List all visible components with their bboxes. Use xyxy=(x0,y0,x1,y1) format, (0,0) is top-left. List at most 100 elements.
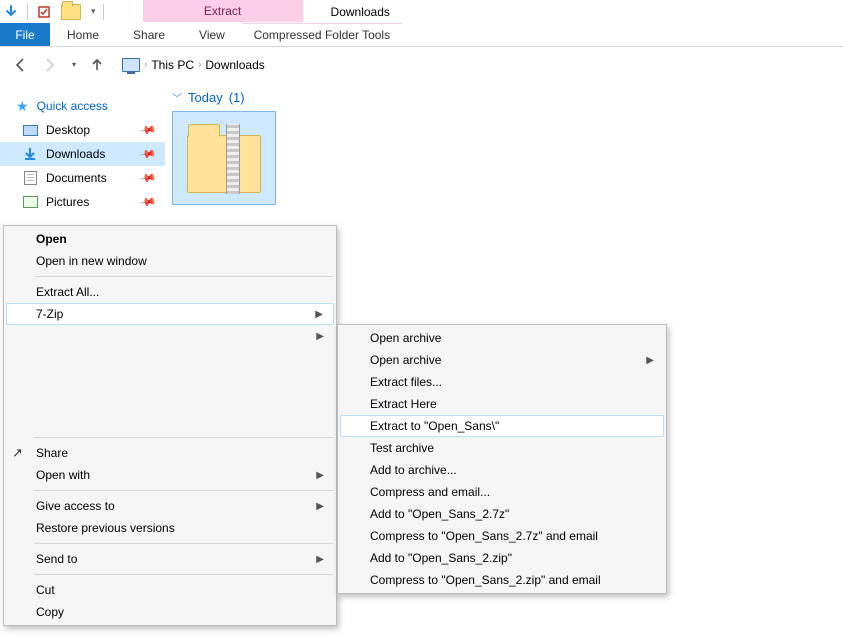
recent-locations-button[interactable]: ▾ xyxy=(66,54,80,76)
menu-open-new-window[interactable]: Open in new window xyxy=(6,250,334,272)
menu-label: Restore previous versions xyxy=(36,521,175,535)
menu-label: Test archive xyxy=(370,441,434,455)
menu-label: Add to archive... xyxy=(370,463,457,477)
menu-open-archive-sub[interactable]: Open archive ▶ xyxy=(340,349,664,371)
up-button[interactable] xyxy=(86,54,108,76)
menu-copy[interactable]: Copy xyxy=(6,601,334,623)
submenu-arrow-icon: ▶ xyxy=(646,355,654,366)
menu-add-to-7z[interactable]: Add to "Open_Sans_2.7z" xyxy=(340,503,664,525)
menu-label: Open archive xyxy=(370,331,441,345)
menu-open-archive[interactable]: Open archive xyxy=(340,327,664,349)
sidebar-item-documents[interactable]: Documents 📌 xyxy=(0,166,165,190)
window-title: Downloads xyxy=(331,1,390,23)
folder-icon xyxy=(61,4,81,20)
menu-extract-to-folder[interactable]: Extract to "Open_Sans\" xyxy=(340,415,664,437)
submenu-arrow-icon: ▶ xyxy=(316,501,324,512)
submenu-arrow-icon: ▶ xyxy=(316,470,324,481)
menu-restore-previous-versions[interactable]: Restore previous versions xyxy=(6,517,334,539)
breadcrumb[interactable]: › This PC › Downloads xyxy=(122,58,265,72)
forward-button xyxy=(38,54,60,76)
menu-label: Extract files... xyxy=(370,375,442,389)
zip-folder-icon xyxy=(187,135,261,193)
navigation-bar: ▾ › This PC › Downloads xyxy=(0,47,843,82)
sidebar-item-downloads[interactable]: Downloads 📌 xyxy=(0,142,165,166)
menu-send-to[interactable]: Send to▶ xyxy=(6,548,334,570)
menu-label: Add to "Open_Sans_2.7z" xyxy=(370,507,509,521)
sidebar-item-pictures[interactable]: Pictures 📌 xyxy=(0,190,165,214)
breadcrumb-downloads[interactable]: Downloads xyxy=(205,58,264,72)
menu-compress-and-email[interactable]: Compress and email... xyxy=(340,481,664,503)
menu-extract-here[interactable]: Extract Here xyxy=(340,393,664,415)
tab-home[interactable]: Home xyxy=(50,23,116,46)
submenu-arrow-icon: ▶ xyxy=(316,331,324,342)
menu-label: 7-Zip xyxy=(36,307,63,321)
chevron-right-icon[interactable]: › xyxy=(144,59,147,70)
separator xyxy=(103,4,104,20)
contextual-tab-group: Extract xyxy=(143,0,303,23)
menu-add-to-zip[interactable]: Add to "Open_Sans_2.zip" xyxy=(340,547,664,569)
menu-compress-7z-email[interactable]: Compress to "Open_Sans_2.7z" and email xyxy=(340,525,664,547)
menu-label: Send to xyxy=(36,552,77,566)
menu-label: Open xyxy=(36,232,67,246)
menu-label: Open archive xyxy=(370,353,441,367)
menu-label: Add to "Open_Sans_2.zip" xyxy=(370,551,512,565)
menu-cut[interactable]: Cut xyxy=(6,579,334,601)
pin-icon: 📌 xyxy=(139,145,158,164)
menu-label: Extract All... xyxy=(36,285,99,299)
this-pc-icon xyxy=(122,58,140,72)
menu-test-archive[interactable]: Test archive xyxy=(340,437,664,459)
menu-add-to-archive[interactable]: Add to archive... xyxy=(340,459,664,481)
tab-view[interactable]: View xyxy=(182,23,242,46)
pin-icon: 📌 xyxy=(139,193,158,212)
menu-separator xyxy=(34,490,333,491)
tab-label: View xyxy=(199,28,225,42)
pin-icon: 📌 xyxy=(139,169,158,188)
context-menu: Open Open in new window Extract All... 7… xyxy=(3,225,337,626)
sidebar-item-label: Downloads xyxy=(46,147,105,161)
group-header-today[interactable]: ﹀ Today (1) xyxy=(172,90,843,105)
group-label: Today xyxy=(188,90,223,105)
menu-extract-all[interactable]: Extract All... xyxy=(6,281,334,303)
back-button[interactable] xyxy=(10,54,32,76)
sidebar-item-label: Quick access xyxy=(37,99,108,113)
contextual-tab-extract[interactable]: Extract xyxy=(143,0,303,22)
sidebar-item-desktop[interactable]: Desktop 📌 xyxy=(0,118,165,142)
properties-icon[interactable] xyxy=(35,3,53,21)
breadcrumb-this-pc[interactable]: This PC xyxy=(151,58,194,72)
menu-open-with[interactable]: Open with ▶ xyxy=(6,464,334,486)
chevron-down-icon: ﹀ xyxy=(172,90,182,105)
pin-icon: 📌 xyxy=(139,121,158,140)
separator xyxy=(27,4,28,20)
menu-label: Open with xyxy=(36,468,90,482)
tab-label: Home xyxy=(67,28,99,42)
menu-separator xyxy=(34,437,333,438)
download-icon xyxy=(22,148,38,161)
menu-compress-zip-email[interactable]: Compress to "Open_Sans_2.zip" and email xyxy=(340,569,664,591)
file-thumbnail xyxy=(172,111,276,205)
menu-label: Compress to "Open_Sans_2.zip" and email xyxy=(370,573,601,587)
menu-label: Share xyxy=(36,446,68,460)
menu-separator xyxy=(34,543,333,544)
tab-share[interactable]: Share xyxy=(116,23,182,46)
group-count: (1) xyxy=(229,90,245,105)
menu-7zip[interactable]: 7-Zip ▶ xyxy=(6,303,334,325)
sidebar-quick-access[interactable]: ★ Quick access xyxy=(0,94,165,118)
menu-give-access-to[interactable]: Give access to▶ xyxy=(6,495,334,517)
titlebar: ▾ Extract Downloads xyxy=(0,0,843,23)
file-item-zip[interactable] xyxy=(172,111,276,205)
chevron-right-icon[interactable]: › xyxy=(198,59,201,70)
tab-label: Compressed Folder Tools xyxy=(254,28,391,42)
sidebar-item-label: Pictures xyxy=(46,195,89,209)
submenu-arrow-icon: ▶ xyxy=(315,309,323,320)
menu-label: Compress to "Open_Sans_2.7z" and email xyxy=(370,529,598,543)
menu-extract-files[interactable]: Extract files... xyxy=(340,371,664,393)
menu-share[interactable]: ↗Share xyxy=(6,442,334,464)
menu-open[interactable]: Open xyxy=(6,228,334,250)
menu-label: Extract Here xyxy=(370,397,437,411)
qat-dropdown-icon[interactable]: ▾ xyxy=(91,6,96,17)
menu-label: Cut xyxy=(36,583,55,597)
sidebar-item-label: Documents xyxy=(46,171,107,185)
tab-compressed-folder-tools[interactable]: Compressed Folder Tools xyxy=(242,23,402,46)
file-tab[interactable]: File xyxy=(0,23,50,46)
menu-unknown-submenu[interactable]: ▶ xyxy=(6,325,334,347)
